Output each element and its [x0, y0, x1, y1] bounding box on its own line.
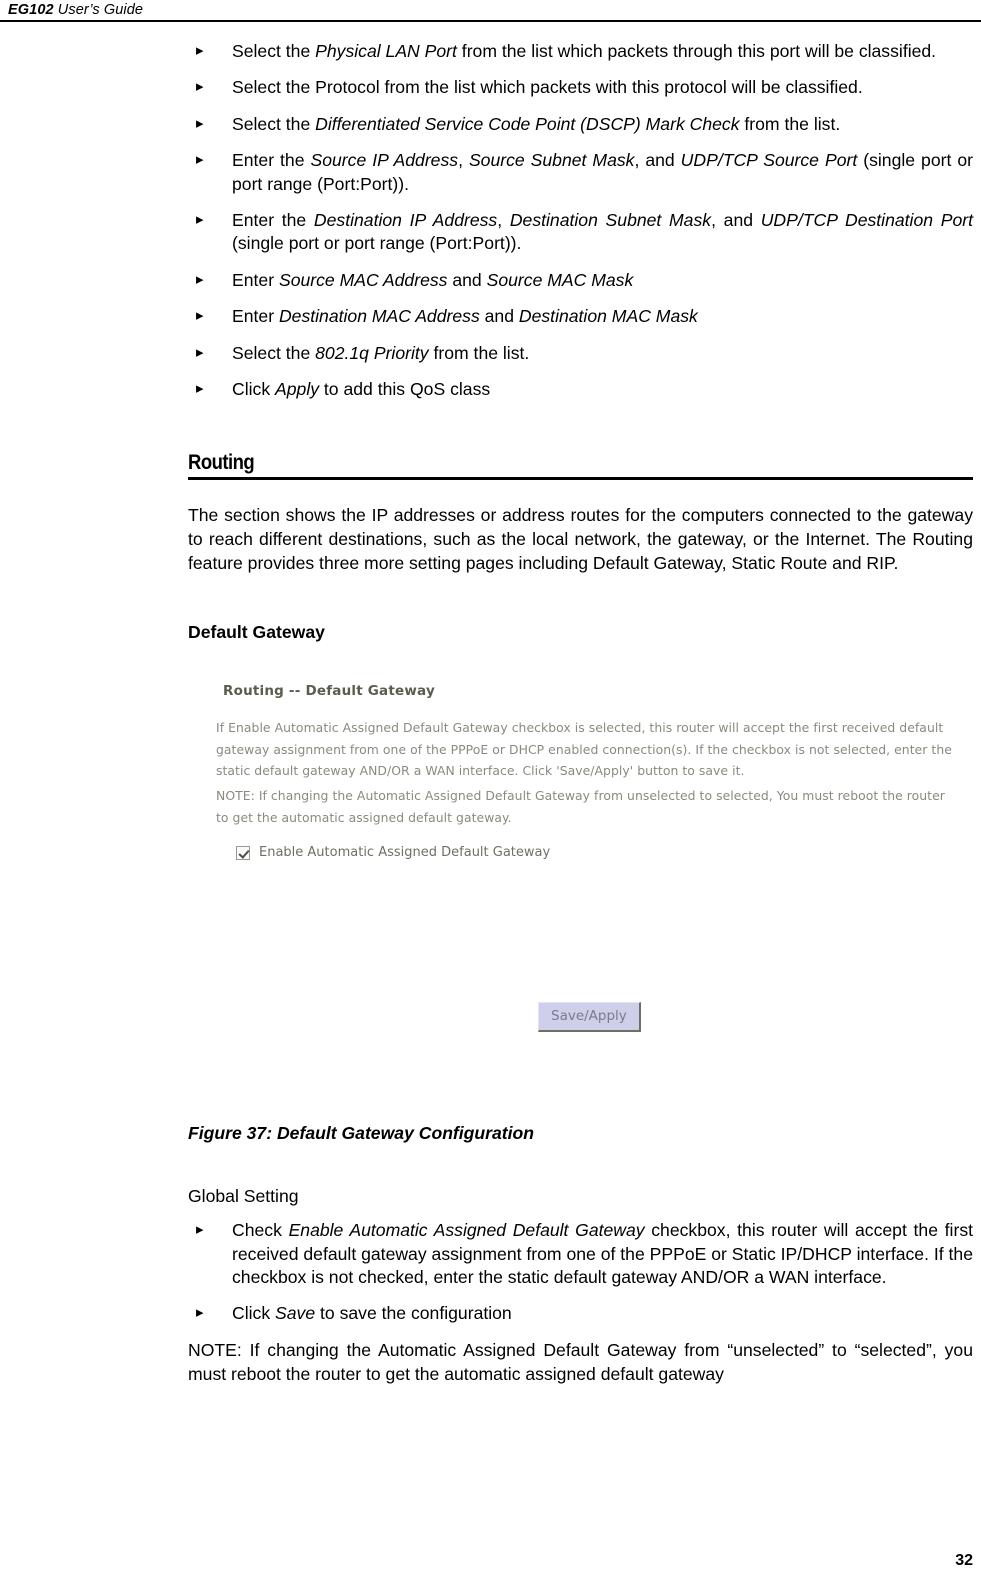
global-setting-note: NOTE: If changing the Automatic Assigned…: [188, 1339, 973, 1384]
screenshot-description: If Enable Automatic Assigned Default Gat…: [216, 720, 952, 779]
global-setting-label: Global Setting: [188, 1186, 299, 1207]
bullet-triangle-icon: ▸: [196, 78, 204, 96]
global-setting-step-list: ▸ Check Enable Automatic Assigned Default…: [188, 1219, 973, 1326]
running-header: EG102 User’s Guide: [8, 2, 143, 18]
section-heading-routing: Routing: [188, 451, 255, 475]
qos-step-text: Select the 802.1q Priority from the list…: [232, 342, 530, 363]
bullet-triangle-icon: ▸: [196, 114, 204, 132]
qos-step-text: Select the Physical LAN Port from the li…: [232, 41, 937, 61]
qos-step-item: ▸ Enter the Source IP Address, Source Sub…: [188, 149, 973, 196]
section-rule: [188, 477, 973, 481]
screenshot-title: Routing -- Default Gateway: [223, 683, 435, 700]
qos-step-item: ▸ Enter Source MAC Address and Source MAC…: [188, 269, 973, 292]
router-ui-screenshot: Routing -- Default Gateway If Enable Aut…: [188, 677, 973, 1078]
qos-step-item: ▸ Select the 802.1q Priority from the lis…: [188, 342, 973, 365]
global-setting-step-item: ▸ Click Save to save the configuration: [188, 1302, 973, 1325]
screenshot-note: NOTE: If changing the Automatic Assigned…: [216, 788, 945, 825]
global-setting-step-item: ▸ Check Enable Automatic Assigned Default…: [188, 1219, 973, 1289]
qos-step-text: Enter Source MAC Address and Source MAC …: [232, 269, 634, 290]
figure-caption: Figure 37: Default Gateway Configuration: [188, 1123, 535, 1144]
bullet-triangle-icon: ▸: [196, 307, 204, 325]
qos-step-text: Select the Differentiated Service Code P…: [232, 113, 841, 134]
bullet-triangle-icon: ▸: [196, 1221, 204, 1239]
qos-step-item: ▸ Select the Protocol from the list which…: [188, 76, 973, 99]
global-setting-step-text: Click Save to save the configuration: [232, 1303, 512, 1324]
qos-step-item: ▸ Enter Destination MAC Address and Desti…: [188, 305, 973, 328]
bullet-triangle-icon: ▸: [196, 343, 204, 361]
document-page: EG102 User’s Guide ▸ Select the Physical …: [0, 0, 981, 1578]
bullet-triangle-icon: ▸: [196, 151, 204, 169]
qos-step-text: Click Apply to add this QoS class: [232, 378, 491, 399]
page-number: 32: [955, 1552, 973, 1569]
qos-step-item: ▸ Enter the Destination IP Address, Desti…: [188, 209, 973, 256]
qos-step-text: Enter the Source IP Address, Source Subn…: [232, 150, 973, 194]
header-rule: [0, 20, 981, 22]
subheading-default-gateway: Default Gateway: [188, 622, 325, 643]
qos-step-text: Select the Protocol from the list which …: [232, 77, 863, 98]
bullet-triangle-icon: ▸: [196, 210, 204, 228]
global-setting-step-text: Check Enable Automatic Assigned Default …: [232, 1220, 974, 1287]
page-content: ▸ Select the Physical LAN Port from the l…: [188, 40, 973, 1387]
header-doc-id: EG102: [8, 2, 54, 18]
bullet-triangle-icon: ▸: [196, 1304, 204, 1322]
save-apply-button[interactable]: Save/Apply: [538, 1002, 641, 1033]
bullet-triangle-icon: ▸: [196, 379, 204, 397]
qos-step-list: ▸ Select the Physical LAN Port from the l…: [188, 40, 973, 401]
checkbox-label: Enable Automatic Assigned Default Gatewa…: [259, 845, 551, 861]
bullet-triangle-icon: ▸: [196, 270, 204, 288]
qos-step-item: ▸ Select the Physical LAN Port from the l…: [188, 40, 973, 63]
qos-step-text: Enter the Destination IP Address, Destin…: [232, 209, 973, 254]
enable-automatic-assigned-default-gateway-row[interactable]: Enable Automatic Assigned Default Gatewa…: [236, 845, 550, 860]
routing-section: Routing The section shows the IP address…: [188, 451, 973, 1386]
checkbox-icon[interactable]: [236, 845, 250, 860]
qos-step-item: ▸ Select the Differentiated Service Code …: [188, 113, 973, 136]
header-doc-title: User’s Guide: [53, 2, 144, 18]
qos-step-item: ▸ Click Apply to add this QoS class: [188, 378, 973, 401]
qos-step-text: Enter Destination MAC Address and Destin…: [232, 306, 698, 327]
routing-intro-paragraph: The section shows the IP addresses or ad…: [188, 505, 973, 574]
bullet-triangle-icon: ▸: [196, 42, 204, 59]
